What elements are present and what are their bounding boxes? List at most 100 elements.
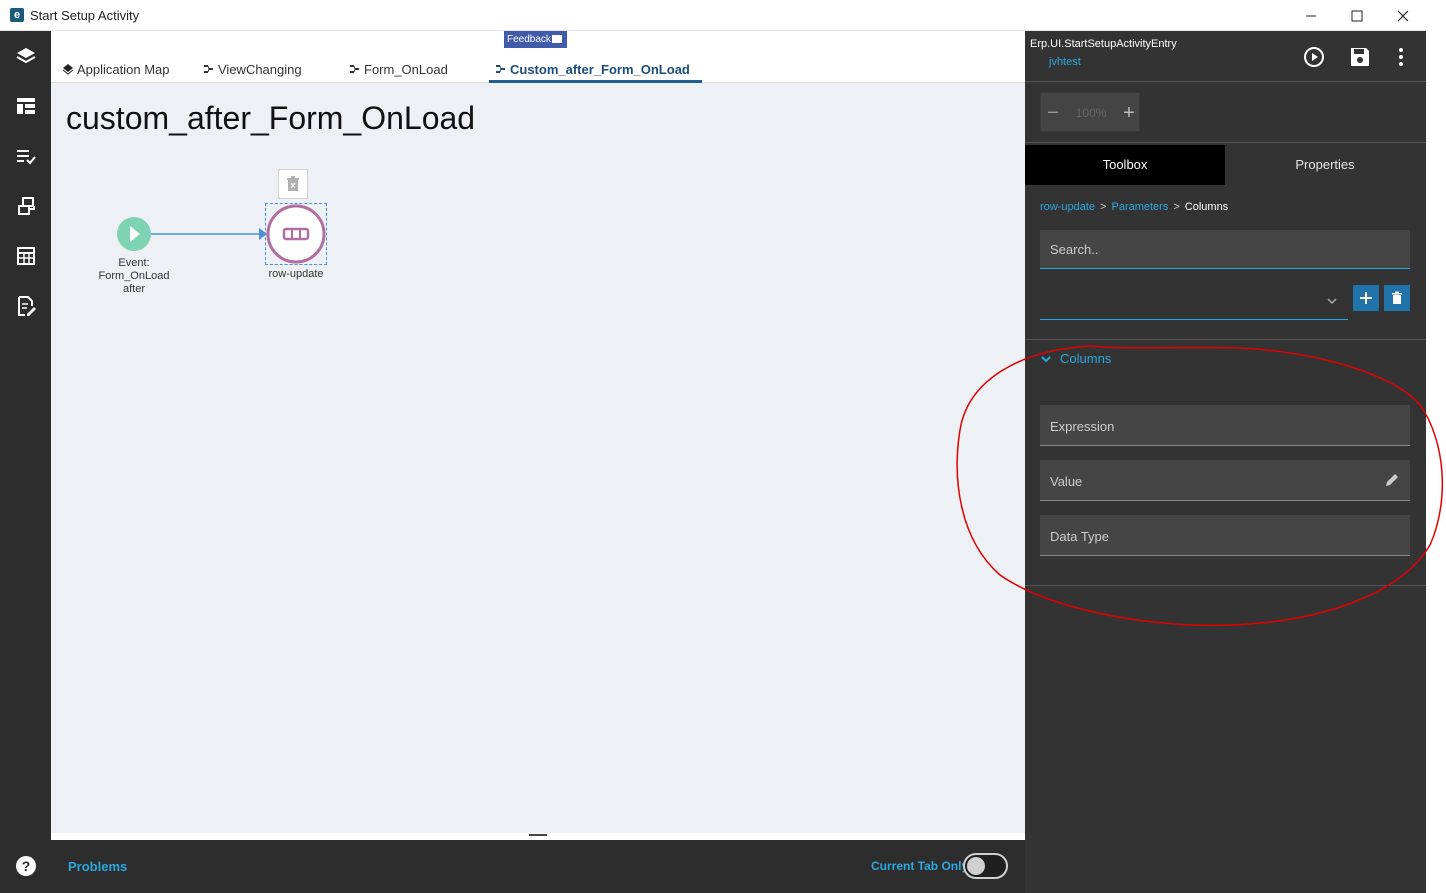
nav-grid-button[interactable] bbox=[13, 243, 39, 269]
event-label-line: Form_OnLoad bbox=[98, 270, 170, 282]
title-bar: e Start Setup Activity bbox=[0, 0, 1426, 31]
workflow-icon bbox=[350, 65, 359, 73]
panel-resize-bar[interactable] bbox=[51, 833, 1025, 840]
window-title: Start Setup Activity bbox=[30, 8, 140, 23]
panel-title: Erp.UI.StartSetupActivityEntry bbox=[1030, 38, 1177, 50]
divider bbox=[1025, 142, 1426, 143]
tab-properties[interactable]: Properties bbox=[1225, 145, 1425, 185]
panel-subtitle-link[interactable]: jvhtest bbox=[1049, 56, 1081, 68]
feedback-icon bbox=[552, 35, 562, 43]
divider bbox=[1025, 339, 1426, 340]
transfer-icon bbox=[18, 197, 35, 215]
layers-icon bbox=[16, 48, 36, 64]
right-panel: Erp.UI.StartSetupActivityEntry jvhtest −… bbox=[1025, 31, 1426, 893]
nav-edit-doc-button[interactable] bbox=[13, 293, 39, 319]
chevron-down-icon bbox=[1327, 298, 1337, 305]
current-tab-only-label: Current Tab Only bbox=[871, 859, 969, 873]
close-icon bbox=[1397, 10, 1409, 21]
breadcrumb-parameters[interactable]: Parameters bbox=[1111, 201, 1168, 213]
play-circle-icon bbox=[1304, 47, 1324, 67]
zoom-level: 100% bbox=[1075, 106, 1107, 120]
minimize-icon bbox=[1306, 15, 1316, 16]
node-selection-box bbox=[265, 203, 327, 265]
breadcrumb: row-update > Parameters > Columns bbox=[1040, 201, 1228, 213]
layers-icon bbox=[62, 64, 74, 75]
layout-icon bbox=[17, 98, 35, 114]
columns-section-toggle[interactable]: Columns bbox=[1040, 351, 1111, 366]
tab-viewchanging[interactable]: ViewChanging bbox=[203, 57, 302, 81]
tab-form-onload[interactable]: Form_OnLoad bbox=[349, 57, 448, 81]
run-button[interactable] bbox=[1302, 45, 1326, 69]
more-options-button[interactable] bbox=[1389, 45, 1413, 69]
trash-icon bbox=[287, 176, 299, 191]
edit-document-icon bbox=[18, 296, 36, 316]
breadcrumb-row-update[interactable]: row-update bbox=[1040, 201, 1095, 213]
value-field[interactable]: Value bbox=[1040, 460, 1410, 501]
left-nav: ? bbox=[0, 31, 51, 893]
close-button[interactable] bbox=[1380, 0, 1426, 31]
column-select[interactable] bbox=[1040, 283, 1348, 320]
event-label-line: after bbox=[122, 283, 145, 295]
data-type-field[interactable]: Data Type bbox=[1040, 515, 1410, 556]
checklist-icon bbox=[17, 150, 36, 165]
nav-layers-button[interactable] bbox=[13, 43, 39, 69]
tab-label: ViewChanging bbox=[218, 61, 302, 77]
zoom-control: − 100% + bbox=[1040, 92, 1140, 132]
breadcrumb-separator: > bbox=[1173, 201, 1180, 213]
svg-text:?: ? bbox=[22, 858, 31, 874]
chevron-down-icon bbox=[1041, 355, 1051, 362]
field-label: Expression bbox=[1050, 419, 1115, 434]
toggle-knob bbox=[967, 857, 985, 875]
current-tab-only-toggle[interactable] bbox=[963, 853, 1008, 879]
breadcrumb-columns: Columns bbox=[1184, 201, 1229, 213]
divider bbox=[1025, 585, 1426, 586]
more-vertical-icon bbox=[1399, 48, 1403, 66]
nav-checklist-button[interactable] bbox=[13, 143, 39, 169]
event-node-label: Event: Form_OnLoad after bbox=[94, 257, 174, 296]
feedback-button[interactable]: Feedback bbox=[504, 31, 567, 48]
save-icon bbox=[1351, 48, 1369, 66]
breadcrumb-separator: > bbox=[1100, 201, 1107, 213]
tab-toolbox[interactable]: Toolbox bbox=[1025, 145, 1225, 185]
divider bbox=[1025, 81, 1426, 82]
trash-icon bbox=[1392, 291, 1402, 304]
feedback-label: Feedback bbox=[507, 34, 551, 45]
nav-transfer-button[interactable] bbox=[13, 193, 39, 219]
tab-label: Form_OnLoad bbox=[364, 61, 448, 77]
tab-custom-after-form-onload[interactable]: Custom_after_Form_OnLoad bbox=[495, 57, 690, 81]
section-title: Columns bbox=[1060, 351, 1112, 366]
delete-node-button[interactable] bbox=[278, 169, 308, 199]
tab-label: Application Map bbox=[77, 61, 170, 77]
resize-handle[interactable] bbox=[529, 834, 547, 836]
maximize-icon bbox=[1351, 10, 1363, 21]
workflow-canvas[interactable]: custom_after_Form_OnLoad Event: Form_OnL… bbox=[51, 83, 1025, 833]
grid-icon bbox=[17, 247, 35, 265]
delete-column-button[interactable] bbox=[1384, 285, 1410, 311]
tabs-bar: Feedback Application Map ViewChanging Fo… bbox=[51, 31, 1025, 83]
minimize-button[interactable] bbox=[1288, 0, 1334, 31]
save-button[interactable] bbox=[1348, 45, 1372, 69]
add-column-button[interactable] bbox=[1353, 285, 1379, 311]
tab-label: Custom_after_Form_OnLoad bbox=[510, 61, 690, 77]
tab-application-map[interactable]: Application Map bbox=[62, 57, 170, 81]
help-button[interactable]: ? bbox=[13, 853, 39, 879]
zoom-out-button[interactable]: − bbox=[1043, 93, 1063, 133]
problems-tab[interactable]: Problems bbox=[68, 859, 127, 874]
workflow-icon bbox=[496, 65, 505, 73]
nav-layout-button[interactable] bbox=[13, 93, 39, 119]
problems-panel: Problems Current Tab Only bbox=[51, 840, 1025, 893]
search-input[interactable]: Search.. bbox=[1040, 230, 1410, 269]
field-label: Data Type bbox=[1050, 529, 1110, 544]
field-label: Value bbox=[1050, 474, 1083, 489]
pencil-icon[interactable] bbox=[1384, 472, 1400, 488]
event-label-line: Event: bbox=[118, 257, 150, 269]
action-node-label: row-update bbox=[268, 268, 324, 280]
app-logo-icon: e bbox=[10, 8, 24, 22]
zoom-in-button[interactable]: + bbox=[1119, 93, 1139, 133]
plus-icon bbox=[1360, 292, 1372, 304]
workflow-diagram bbox=[117, 204, 326, 264]
help-icon: ? bbox=[16, 856, 36, 876]
maximize-button[interactable] bbox=[1334, 0, 1380, 31]
workflow-icon bbox=[204, 65, 213, 73]
expression-field[interactable]: Expression bbox=[1040, 405, 1410, 446]
